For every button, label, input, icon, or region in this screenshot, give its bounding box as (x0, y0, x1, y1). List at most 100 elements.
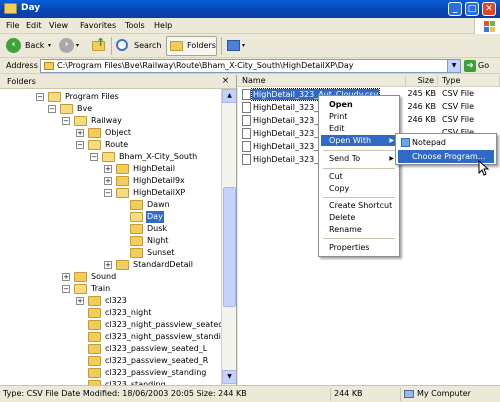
tree-item-label[interactable]: cl323_passview_standing (104, 367, 207, 379)
views-dropdown-icon[interactable]: ▾ (242, 42, 245, 49)
tree-item-label[interactable]: Bve (76, 103, 93, 115)
tree-item[interactable]: + Object (0, 127, 221, 139)
scroll-down-icon[interactable]: ▼ (222, 370, 236, 384)
tree-item[interactable]: cl323_passview_standing (0, 367, 221, 379)
tree-item[interactable]: Night (0, 235, 221, 247)
tree-item-label[interactable]: cl323 (104, 295, 128, 307)
tree-item-label[interactable]: HighDetail (132, 163, 176, 175)
menu-item-create-shortcut[interactable]: Create Shortcut (321, 200, 398, 211)
folders-button[interactable]: Folders (166, 36, 217, 56)
tree-item[interactable]: Sunset (0, 247, 221, 259)
close-icon[interactable]: × (220, 76, 231, 87)
tree-item-label[interactable]: HighDetailXP (132, 187, 186, 199)
tree-item[interactable]: cl323_night_passview_seated_R (0, 319, 233, 331)
menu-help[interactable]: Help (154, 21, 172, 30)
tree-item-label[interactable]: Dawn (146, 199, 171, 211)
menu-file[interactable]: File (6, 21, 19, 30)
tree-item[interactable]: + Sound (0, 271, 221, 283)
tree-item-label[interactable]: Route (104, 139, 129, 151)
tree-item[interactable]: − Program Files (0, 91, 221, 103)
go-arrow-icon[interactable]: ➜ (464, 60, 476, 72)
title-bar[interactable]: Day _ □ ✕ (0, 0, 500, 18)
expand-icon[interactable]: + (76, 297, 84, 305)
menu-tools[interactable]: Tools (125, 21, 145, 30)
expand-icon[interactable]: + (62, 273, 70, 281)
tree-item[interactable]: + HighDetail9x (0, 175, 221, 187)
tree-item[interactable]: Dusk (0, 223, 221, 235)
collapse-icon[interactable]: − (62, 117, 70, 125)
collapse-icon[interactable]: − (104, 189, 112, 197)
tree-item[interactable]: + StandardDetail (0, 259, 221, 271)
submenu-item-notepad[interactable]: Notepad (398, 136, 494, 149)
collapse-icon[interactable]: − (62, 285, 70, 293)
forward-dropdown-icon[interactable]: ▾ (76, 42, 79, 49)
column-type[interactable]: Type (438, 76, 500, 87)
tree-item[interactable]: cl323_night (0, 307, 221, 319)
menu-edit[interactable]: Edit (26, 21, 42, 30)
tree-item[interactable]: − Railway (0, 115, 221, 127)
vertical-scrollbar[interactable]: ▲ ▼ (221, 89, 236, 385)
tree-item-label[interactable]: Program Files (64, 91, 120, 103)
tree-item[interactable]: cl323_night_passview_standing (0, 331, 231, 343)
tree-item-label[interactable]: cl323_passview_seated_L (104, 343, 208, 355)
expand-icon[interactable]: + (104, 177, 112, 185)
file-name[interactable]: HighDetail_323_W (252, 154, 327, 165)
tree-item-label[interactable]: HighDetail9x (132, 175, 186, 187)
column-name[interactable]: Name (238, 76, 406, 87)
address-path[interactable]: C:\Program Files\Bve\Railway\Route\Bham_… (57, 61, 353, 70)
collapse-icon[interactable]: − (76, 141, 84, 149)
tree-item-label[interactable]: cl323_passview_seated_R (104, 355, 209, 367)
tree-item[interactable]: + cl323 (0, 295, 221, 307)
tree-item[interactable]: Day (0, 211, 221, 223)
tree-item-label[interactable]: cl323_night_passview_seated_R (104, 319, 234, 331)
tree-item-label[interactable]: StandardDetail (132, 259, 194, 271)
tree-item[interactable]: − Route (0, 139, 221, 151)
tree-item[interactable]: − HighDetailXP (0, 187, 221, 199)
menu-item-open-with[interactable]: Open With ▶ (321, 135, 398, 146)
views-button[interactable]: ▾ (224, 36, 248, 56)
expand-icon[interactable]: + (104, 165, 112, 173)
column-size[interactable]: Size (406, 76, 438, 87)
tree-item[interactable]: − Bve (0, 103, 221, 115)
menu-item-copy[interactable]: Copy (321, 183, 398, 194)
tree-item-label[interactable]: cl323_night (104, 307, 152, 319)
file-name[interactable]: HighDetail_323_A (252, 102, 325, 113)
expand-icon[interactable]: + (104, 261, 112, 269)
collapse-icon[interactable]: − (90, 153, 98, 161)
search-button[interactable]: Search (114, 36, 164, 56)
tree-item-label[interactable]: Dusk (146, 223, 168, 235)
scroll-thumb[interactable] (223, 187, 236, 307)
menu-item-open[interactable]: Open (321, 99, 398, 110)
go-button[interactable]: Go (478, 61, 489, 70)
tree-item-label[interactable]: Night (146, 235, 170, 247)
tree-item-label[interactable]: Bham_X-City_South (118, 151, 198, 163)
maximize-button[interactable]: □ (465, 2, 479, 16)
address-dropdown-icon[interactable]: ▼ (447, 60, 460, 72)
menu-item-print[interactable]: Print (321, 111, 398, 122)
expand-icon[interactable]: + (76, 129, 84, 137)
tree-item-label[interactable]: Sunset (146, 247, 175, 259)
tree-item[interactable]: − Train (0, 283, 221, 295)
tree-item[interactable]: cl323_passview_seated_L (0, 343, 221, 355)
collapse-icon[interactable]: − (36, 93, 44, 101)
tree-item[interactable]: + HighDetail (0, 163, 221, 175)
tree-item[interactable]: cl323_passview_seated_R (0, 355, 221, 367)
address-input[interactable]: C:\Program Files\Bve\Railway\Route\Bham_… (40, 59, 461, 73)
menu-item-delete[interactable]: Delete (321, 212, 398, 223)
menu-item-edit[interactable]: Edit (321, 123, 398, 134)
tree-item-label[interactable]: Train (90, 283, 111, 295)
menu-favorites[interactable]: Favorites (80, 21, 116, 30)
menu-item-cut[interactable]: Cut (321, 171, 398, 182)
minimize-button[interactable]: _ (448, 2, 462, 16)
menu-item-rename[interactable]: Rename (321, 224, 398, 235)
tree-item[interactable]: Dawn (0, 199, 221, 211)
tree-item-label[interactable]: cl323_night_passview_standing (104, 331, 232, 343)
collapse-icon[interactable]: − (48, 105, 56, 113)
menu-item-send-to[interactable]: Send To ▶ (321, 153, 398, 164)
close-button[interactable]: ✕ (482, 2, 496, 16)
scroll-up-icon[interactable]: ▲ (222, 89, 236, 103)
tree-item-label[interactable]: Railway (90, 115, 123, 127)
tree-item-label[interactable]: Sound (90, 271, 117, 283)
tree-item-label[interactable]: Object (104, 127, 132, 139)
menu-item-properties[interactable]: Properties (321, 242, 398, 253)
